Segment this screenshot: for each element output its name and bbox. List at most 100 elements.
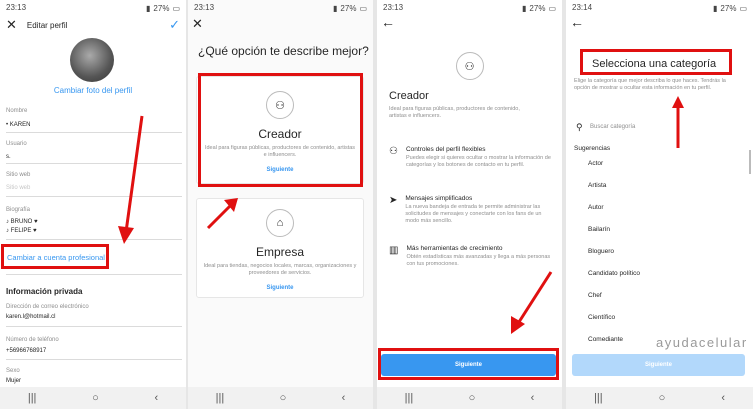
email-label: Dirección de correo electrónico <box>6 304 89 310</box>
divider <box>6 132 182 133</box>
divider <box>6 326 182 327</box>
sex-field[interactable]: Mujer <box>6 378 21 384</box>
website-field[interactable]: Sitio web <box>6 185 30 191</box>
highlight-box <box>378 348 559 380</box>
signal-icon: ▮ <box>146 4 151 13</box>
signal-icon: ▮ <box>522 4 527 13</box>
home-icon[interactable]: ○ <box>92 392 99 404</box>
name-field[interactable]: • KAREN <box>6 122 30 128</box>
highlight-box <box>198 73 363 187</box>
bio-line-1[interactable]: ♪ BRUNO ♥ <box>6 219 38 225</box>
status-time: 23:13 <box>6 3 27 12</box>
category-item[interactable]: Artista <box>588 182 606 189</box>
phone-field[interactable]: +56966768917 <box>6 348 46 354</box>
back-icon[interactable]: ‹ <box>531 392 535 404</box>
website-label: Sitio web <box>6 172 31 178</box>
category-item[interactable]: Bloguero <box>588 248 614 255</box>
business-title: Empresa <box>255 245 305 259</box>
feature-title: Más herramientas de crecimiento <box>406 245 503 252</box>
recent-apps-icon[interactable]: ||| <box>28 392 37 404</box>
person-icon: ⚇ <box>389 146 398 157</box>
storefront-icon: ⌂ <box>266 209 294 237</box>
next-button-disabled[interactable]: Siguiente <box>572 354 745 376</box>
feature-title: Controles del perfil flexibles <box>405 146 486 153</box>
category-item[interactable]: Chef <box>588 292 602 299</box>
signal-icon: ▮ <box>713 4 718 13</box>
recent-apps-icon[interactable]: ||| <box>594 392 603 404</box>
category-item[interactable]: Científico <box>588 314 615 321</box>
back-icon[interactable]: ‹ <box>154 392 158 404</box>
status-time: 23:13 <box>194 3 215 12</box>
status-bar: 23:13 ▮ 27% ▭ <box>188 0 373 14</box>
home-icon[interactable]: ○ <box>659 392 666 404</box>
sex-label: Sexo <box>6 368 20 374</box>
highlight-box <box>580 49 732 75</box>
search-input[interactable]: Buscar categoría <box>590 124 635 130</box>
status-bar: 23:13 ▮ 27% ▭ <box>377 0 562 14</box>
avatar[interactable] <box>70 38 114 82</box>
back-arrow-icon[interactable]: ← <box>570 14 584 30</box>
feature-profile-controls: ⚇ Controles del perfil flexibles Puedes e… <box>389 146 554 169</box>
change-photo-link[interactable]: Cambiar foto del perfil <box>0 86 186 95</box>
bio-line-2[interactable]: ♪ FELIPE ♥ <box>6 228 37 234</box>
feature-desc: Obtén estadísticas más avanzadas y llega… <box>406 254 551 267</box>
username-field[interactable]: s. <box>6 154 11 160</box>
back-icon[interactable]: ‹ <box>721 392 725 404</box>
red-arrow-up <box>672 96 684 148</box>
name-label: Nombre <box>6 108 28 114</box>
status-time: 23:14 <box>572 3 593 12</box>
category-item[interactable]: Candidato político <box>588 270 640 277</box>
business-next-link[interactable]: Siguiente <box>197 285 363 291</box>
phone-label: Número de teléfono <box>6 337 59 343</box>
android-nav-bar: ||| ○ ‹ <box>188 387 373 409</box>
category-item[interactable]: Actor <box>588 160 603 167</box>
category-item[interactable]: Comediante <box>588 336 623 343</box>
feature-desc: Puedes elegir si quieres ocultar o mostr… <box>405 155 551 168</box>
battery-text: 27% <box>529 4 546 13</box>
category-item[interactable]: Bailarín <box>588 226 610 233</box>
home-icon[interactable]: ○ <box>280 392 287 404</box>
battery-text: 27% <box>153 4 170 13</box>
back-arrow-icon[interactable]: ← <box>381 14 395 30</box>
email-field[interactable]: karen.l@hotmail.cl <box>6 314 55 320</box>
divider <box>6 274 182 275</box>
android-nav-bar: ||| ○ ‹ <box>377 387 562 409</box>
category-item[interactable]: Autor <box>588 204 604 211</box>
creator-title: Creador <box>389 90 429 102</box>
battery-icon: ▭ <box>359 4 367 13</box>
feature-desc: La nueva bandeja de entrada te permite a… <box>405 204 542 224</box>
red-arrow-down <box>511 271 553 334</box>
page-title: ¿Qué opción te describe mejor? <box>198 44 369 58</box>
switch-pro-account-link[interactable]: Cambiar a cuenta profesional <box>7 253 105 262</box>
recent-apps-icon[interactable]: ||| <box>216 392 225 404</box>
divider <box>6 196 182 197</box>
category-desc: Elige la categoría que mejor describa lo… <box>574 78 726 91</box>
status-bar: 23:14 ▮ 27% ▭ <box>566 0 753 14</box>
red-arrow-up <box>206 198 238 230</box>
divider <box>6 163 182 164</box>
bio-label: Biografía <box>6 207 31 213</box>
scrollbar[interactable] <box>749 150 751 174</box>
search-icon: ⚲ <box>576 122 583 132</box>
checkmark-icon[interactable]: ✓ <box>169 17 180 33</box>
creator-icon: ⚇ <box>455 52 484 80</box>
home-icon[interactable]: ○ <box>469 392 476 404</box>
divider <box>6 359 182 360</box>
private-info-title: Información privada <box>6 287 83 296</box>
feature-growth: ▥ Más herramientas de crecimiento Obtén e… <box>389 245 554 268</box>
creator-header: ⚇ <box>377 52 562 80</box>
android-nav-bar: ||| ○ ‹ <box>566 387 753 409</box>
battery-icon: ▭ <box>548 4 556 13</box>
creator-info-screen: 23:13 ▮ 27% ▭ ← ⚇ Creador Ideal para figur… <box>377 0 562 409</box>
edit-profile-screen: 23:13 ▮ 27% ▭ ✕ Editar perfil ✓ Cambiar fo… <box>0 0 186 409</box>
status-time: 23:13 <box>383 3 404 12</box>
close-icon[interactable]: ✕ <box>192 16 203 32</box>
recent-apps-icon[interactable]: ||| <box>405 392 414 404</box>
signal-icon: ▮ <box>333 4 338 13</box>
back-icon[interactable]: ‹ <box>342 392 346 404</box>
battery-text: 27% <box>720 4 737 13</box>
battery-text: 27% <box>340 4 357 13</box>
battery-icon: ▭ <box>172 4 180 13</box>
close-icon[interactable]: ✕ <box>6 17 17 33</box>
bar-chart-icon: ▥ <box>389 245 399 256</box>
